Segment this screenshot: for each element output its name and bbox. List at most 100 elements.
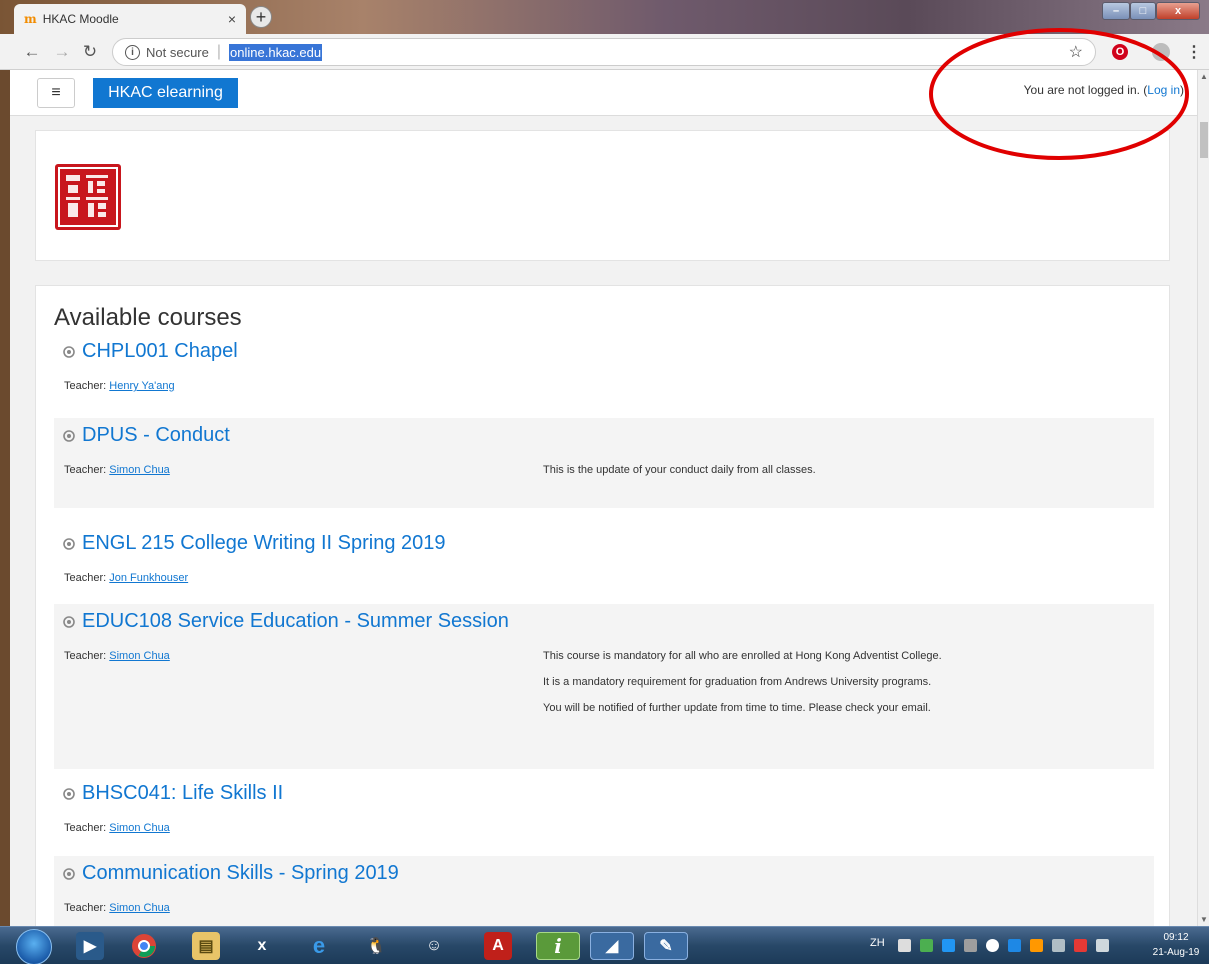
- course-icon: [63, 615, 75, 628]
- teacher-link[interactable]: Jon Funkhouser: [109, 572, 188, 584]
- scrollbar-thumb[interactable]: [1200, 122, 1208, 158]
- teacher-link[interactable]: Simon Chua: [109, 902, 170, 914]
- course-title: ENGL 215 College Writing II Spring 2019: [82, 532, 446, 554]
- course-item: DPUS - Conduct Teacher: Simon Chua This is…: [54, 418, 1154, 508]
- notebook-app-icon[interactable]: ◢: [590, 932, 634, 960]
- file-explorer-icon[interactable]: ▤: [192, 932, 220, 960]
- minimize-button[interactable]: –: [1102, 2, 1130, 20]
- course-teacher: Teacher: Simon Chua: [64, 902, 170, 914]
- security-label: Not secure: [146, 44, 209, 60]
- site-brand-button[interactable]: HKAC elearning: [93, 78, 238, 108]
- close-window-button[interactable]: x: [1156, 2, 1200, 20]
- courses-card: Available courses CHPL001 Chapel Teacher:…: [35, 285, 1170, 926]
- course-title: DPUS - Conduct: [82, 424, 230, 446]
- teacher-label: Teacher:: [64, 822, 107, 834]
- summary-line: This course is mandatory for all who are…: [543, 650, 942, 662]
- course-teacher: Teacher: Jon Funkhouser: [64, 572, 188, 584]
- tab-close-button[interactable]: ×: [228, 11, 236, 27]
- teacher-link[interactable]: Simon Chua: [109, 822, 170, 834]
- course-link[interactable]: CHPL001 Chapel: [62, 340, 238, 363]
- course-title: Communication Skills - Spring 2019: [82, 862, 399, 884]
- info-icon[interactable]: i: [125, 44, 140, 60]
- scroll-down-icon[interactable]: ▼: [1200, 915, 1208, 924]
- internet-explorer-icon[interactable]: e: [305, 932, 333, 960]
- clock-time: 09:12: [1163, 932, 1189, 943]
- page-scrollbar[interactable]: ▲ ▼: [1197, 70, 1209, 926]
- abc-app-icon[interactable]: ☺: [420, 932, 448, 960]
- teacher-label: Teacher:: [64, 902, 107, 914]
- tray-network-icon[interactable]: [942, 939, 955, 952]
- course-item: BHSC041: Life Skills II Teacher: Simon Ch…: [54, 776, 1154, 851]
- teacher-link[interactable]: Simon Chua: [109, 464, 170, 476]
- teacher-label: Teacher:: [64, 464, 107, 476]
- tray-info-icon[interactable]: [920, 939, 933, 952]
- clock-date: 21-Aug-19: [1152, 947, 1200, 958]
- new-tab-button[interactable]: +: [250, 6, 272, 28]
- course-item: CHPL001 Chapel Teacher: Henry Ya'ang: [54, 334, 1154, 414]
- back-arrow-icon[interactable]: ←: [22, 42, 42, 62]
- red-annotation-circle: [929, 28, 1189, 160]
- course-title: BHSC041: Life Skills II: [82, 782, 284, 804]
- course-teacher: Teacher: Henry Ya'ang: [64, 380, 175, 392]
- tray-security-icon[interactable]: [1008, 939, 1021, 952]
- course-link[interactable]: EDUC108 Service Education - Summer Sessi…: [62, 610, 509, 633]
- course-link[interactable]: ENGL 215 College Writing II Spring 2019: [62, 532, 446, 555]
- course-title: CHPL001 Chapel: [82, 340, 238, 362]
- course-link[interactable]: DPUS - Conduct: [62, 424, 230, 447]
- teacher-label: Teacher:: [64, 572, 107, 584]
- course-icon: [63, 867, 75, 880]
- page-title: Available courses: [54, 304, 242, 331]
- start-button[interactable]: [16, 929, 52, 964]
- tray-cloud-icon[interactable]: [898, 939, 911, 952]
- windows-taskbar: ▶ ▤ x e 🐧 ☺ A i ◢ ✎ ZH 09:12 21-Aug-19: [0, 926, 1209, 964]
- url-text[interactable]: online.hkac.edu: [229, 43, 323, 61]
- college-seal-logo: [55, 164, 121, 230]
- course-item: ENGL 215 College Writing II Spring 2019 T…: [54, 526, 1154, 596]
- tray-display-icon[interactable]: [1052, 939, 1065, 952]
- course-teacher: Teacher: Simon Chua: [64, 464, 170, 476]
- hamburger-menu-button[interactable]: ≡: [37, 78, 75, 108]
- tray-app-icon[interactable]: [1030, 939, 1043, 952]
- scroll-up-icon[interactable]: ▲: [1200, 72, 1208, 81]
- course-icon: [63, 345, 75, 358]
- tray-volume-icon[interactable]: [1096, 939, 1109, 952]
- course-link[interactable]: BHSC041: Life Skills II: [62, 782, 283, 805]
- course-teacher: Teacher: Simon Chua: [64, 822, 170, 834]
- summary-line: This is the update of your conduct daily…: [543, 464, 816, 476]
- penguin-app-icon[interactable]: 🐧: [362, 932, 390, 960]
- adobe-reader-icon[interactable]: A: [484, 932, 512, 960]
- course-title: EDUC108 Service Education - Summer Sessi…: [82, 610, 509, 632]
- course-link[interactable]: Communication Skills - Spring 2019: [62, 862, 399, 885]
- info-app-icon[interactable]: i: [536, 932, 580, 960]
- moodle-favicon-icon: m: [24, 12, 37, 26]
- maximize-button[interactable]: □: [1130, 2, 1156, 20]
- browser-tab[interactable]: m HKAC Moodle ×: [14, 4, 246, 34]
- reload-icon[interactable]: ↻: [80, 42, 100, 62]
- tray-input-icon[interactable]: [964, 939, 977, 952]
- tab-title: HKAC Moodle: [42, 12, 119, 26]
- course-item: Communication Skills - Spring 2019 Teache…: [54, 856, 1154, 926]
- omnibox-divider: |: [216, 43, 222, 60]
- forward-arrow-icon[interactable]: →: [52, 42, 72, 62]
- excel-icon[interactable]: x: [248, 932, 276, 960]
- window-controls: – □ x: [1102, 2, 1200, 20]
- course-icon: [63, 787, 75, 800]
- tray-flag-icon[interactable]: [1074, 939, 1087, 952]
- taskbar-clock[interactable]: 09:12 21-Aug-19: [1150, 930, 1202, 960]
- page-viewport: ≡ HKAC elearning You are not logged in. …: [10, 70, 1197, 926]
- language-indicator[interactable]: ZH: [870, 937, 885, 949]
- teacher-link[interactable]: Simon Chua: [109, 650, 170, 662]
- chrome-icon[interactable]: [130, 932, 158, 960]
- course-item: EDUC108 Service Education - Summer Sessi…: [54, 604, 1154, 769]
- teacher-label: Teacher:: [64, 650, 107, 662]
- summary-line: It is a mandatory requirement for gradua…: [543, 676, 932, 688]
- media-player-icon[interactable]: ▶: [76, 932, 104, 960]
- teacher-link[interactable]: Henry Ya'ang: [109, 380, 174, 392]
- teacher-label: Teacher:: [64, 380, 107, 392]
- summary-line: You will be notified of further update f…: [543, 702, 931, 714]
- tray-sync-icon[interactable]: [986, 939, 999, 952]
- paint-app-icon[interactable]: ✎: [644, 932, 688, 960]
- course-icon: [63, 429, 75, 442]
- course-teacher: Teacher: Simon Chua: [64, 650, 170, 662]
- course-icon: [63, 537, 75, 550]
